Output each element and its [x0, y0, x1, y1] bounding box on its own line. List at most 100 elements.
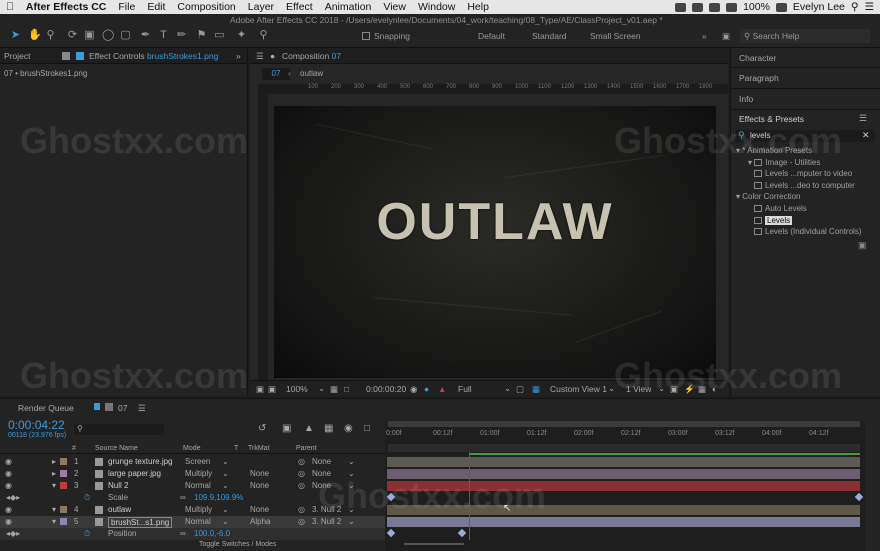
effects-tree-item[interactable]: Auto Levels [754, 204, 807, 213]
tab-effect-controls[interactable]: Effect Controls brushStrokes1.png [89, 51, 218, 61]
snapping-toggle[interactable]: Snapping [362, 31, 410, 41]
shy-icon[interactable]: ▲ [304, 423, 314, 434]
pan-behind-tool-icon[interactable]: ◯ [102, 30, 114, 41]
volume-icon[interactable] [726, 2, 738, 12]
tab-project[interactable]: Project [4, 51, 30, 61]
transparency-grid-icon[interactable]: ▦ [532, 384, 540, 395]
panel-info[interactable]: Info [739, 94, 753, 104]
layer-name[interactable]: outlaw [108, 505, 131, 514]
tab-render-queue[interactable]: Render Queue [18, 403, 74, 413]
twirl-chevron-icon[interactable]: ▾ [52, 505, 56, 514]
toggle-switches-modes[interactable]: Toggle Switches / Modes [199, 541, 276, 548]
layer-mode-select[interactable]: Multiply [185, 469, 212, 478]
menu-composition[interactable]: Composition [171, 1, 241, 13]
timeline-timecode[interactable]: 0:00:04:22 [8, 418, 65, 432]
mode-chevron-icon[interactable]: ⌄ [222, 457, 229, 466]
roto-brush-tool-icon[interactable]: ✦ [236, 30, 247, 41]
effects-menu-icon[interactable]: ☰ [859, 113, 867, 124]
menu-file[interactable]: File [112, 1, 141, 13]
link-icon[interactable]: ∞ [180, 493, 186, 502]
link-icon[interactable]: ∞ [180, 529, 186, 538]
eye-icon[interactable]: ◉ [5, 505, 12, 514]
menu-view[interactable]: View [377, 1, 412, 13]
parent-pickwhip-icon[interactable]: ◎ [298, 457, 305, 466]
timeline-search-input[interactable]: ⚲ [74, 424, 164, 435]
eraser-tool-icon[interactable]: ▭ [214, 30, 225, 41]
menu-effect[interactable]: Effect [280, 1, 319, 13]
selection-tool-icon[interactable]: ➤ [10, 30, 21, 41]
twirl-chevron-icon[interactable]: ▾ [52, 481, 56, 490]
zoom-level[interactable]: 100% [286, 384, 308, 394]
show-channel-icon[interactable]: ● [424, 384, 429, 394]
label-color-swatch[interactable] [60, 458, 67, 465]
layer-duration-bar[interactable] [387, 517, 860, 527]
apple-icon[interactable]:  [0, 1, 20, 13]
layer-name[interactable]: brushSt...s1.png [108, 517, 173, 528]
type-tool-icon[interactable]: T [158, 30, 169, 41]
zoom-slider[interactable] [404, 543, 464, 545]
twirl-chevron-icon[interactable]: ▸ [52, 457, 56, 466]
new-bin-icon[interactable]: ▣ [858, 240, 867, 251]
mask-tool-icon[interactable]: ▢ [120, 30, 131, 41]
draft-3d-icon[interactable]: ▣ [282, 423, 291, 434]
camera-tool-icon[interactable]: ▣ [84, 30, 95, 41]
resolution-chevron-icon[interactable]: ⌄ [504, 383, 511, 394]
time-navigator[interactable] [388, 421, 860, 427]
layer-mode-select[interactable]: Screen [185, 457, 210, 466]
menu-layer[interactable]: Layer [242, 1, 280, 13]
stopwatch-icon[interactable]: ⏱ [84, 493, 90, 503]
label-color-swatch[interactable] [60, 482, 67, 489]
puppet-pin-tool-icon[interactable]: ⚲ [258, 30, 269, 41]
clear-search-icon[interactable]: ✕ [862, 130, 870, 141]
label-color-swatch[interactable] [60, 470, 67, 477]
search-help-input[interactable]: ⚲ Search Help [740, 29, 870, 43]
layer-trkmat-select[interactable]: None [250, 505, 269, 514]
layer-trkmat-select[interactable]: None [250, 469, 269, 478]
workspace-small-screen[interactable]: Small Screen [590, 31, 641, 41]
keyframe-nav-icon[interactable]: ◂◆▸ [6, 493, 20, 502]
graph-editor-icon[interactable]: □ [364, 423, 370, 434]
clone-stamp-tool-icon[interactable]: ⚑ [196, 30, 207, 41]
panel-character[interactable]: Character [739, 53, 776, 63]
layer-name[interactable]: grunge texture.jpg [108, 457, 173, 466]
twirl-chevron-icon[interactable]: ▾ [52, 517, 56, 526]
workspace-default[interactable]: Default [478, 31, 505, 41]
label-color-swatch[interactable] [60, 506, 67, 513]
layer-trkmat-select[interactable]: Alpha [250, 517, 270, 526]
current-time[interactable]: 0:00:00:20 [366, 384, 406, 394]
eye-icon[interactable]: ◉ [5, 517, 12, 526]
snapshot-icon[interactable]: ◉ [410, 384, 417, 395]
list-icon[interactable]: ☰ [865, 1, 874, 13]
property-value[interactable]: 109.9,109.9% [194, 493, 243, 502]
frame-blend-icon[interactable]: ▦ [324, 423, 333, 434]
layer-name[interactable]: Null 2 [108, 481, 128, 490]
layer-duration-bar[interactable] [387, 457, 860, 467]
layer-mode-select[interactable]: Normal [185, 517, 211, 526]
mode-chevron-icon[interactable]: ⌄ [222, 505, 229, 514]
tab-timeline-comp[interactable]: 07 [118, 403, 127, 413]
brush-tool-icon[interactable]: ✏ [176, 30, 187, 41]
menu-app[interactable]: After Effects CC [20, 1, 113, 13]
comp-flowchart-icon[interactable]: ↺ [258, 423, 266, 434]
parent-pickwhip-icon[interactable]: ◎ [298, 481, 305, 490]
motion-blur-icon[interactable]: ◉ [344, 423, 353, 434]
spotlight-icon[interactable]: ⚲ [851, 1, 859, 13]
parent-chevron-icon[interactable]: ⌄ [348, 517, 355, 526]
color-channel-icon[interactable]: ▲ [438, 384, 446, 394]
mode-chevron-icon[interactable]: ⌄ [222, 517, 229, 526]
twirl-chevron-icon[interactable]: ▸ [52, 469, 56, 478]
menu-help[interactable]: Help [461, 1, 495, 13]
keyframe-nav-icon[interactable]: ◂◆▸ [6, 529, 20, 538]
parent-chevron-icon[interactable]: ⌄ [348, 457, 355, 466]
preview-options-icon[interactable]: ▣ [268, 384, 276, 395]
work-area-bar[interactable] [388, 444, 860, 452]
status-icon[interactable] [675, 2, 687, 12]
comp-breadcrumb-name[interactable]: outlaw [300, 69, 323, 78]
eye-icon[interactable]: ◉ [5, 457, 12, 466]
layer-name[interactable]: large paper.jpg [108, 469, 161, 478]
eye-icon[interactable]: ◉ [5, 469, 12, 478]
comp-menu-icon[interactable]: ☰ [256, 51, 264, 62]
effects-tree-item[interactable]: Levels (Individual Controls) [754, 227, 862, 236]
label-color-swatch[interactable] [60, 518, 67, 525]
always-preview-icon[interactable]: ▣ [256, 384, 264, 395]
